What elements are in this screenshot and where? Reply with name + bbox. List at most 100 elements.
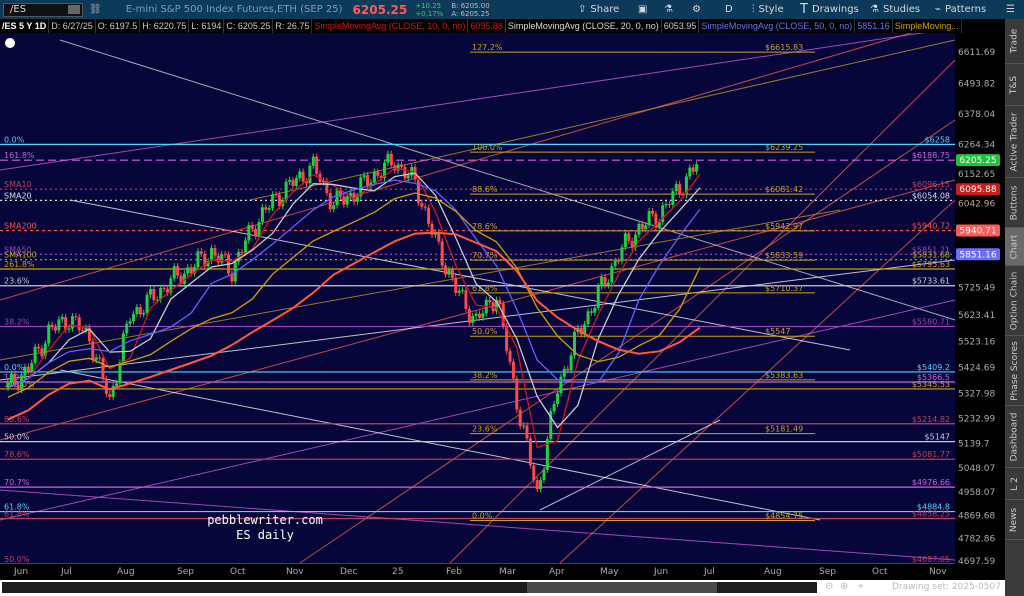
candle-body bbox=[444, 265, 448, 275]
fib-label: 88.6% bbox=[472, 185, 498, 194]
flask-icon[interactable]: ⚗ bbox=[664, 0, 673, 19]
sidebar-tab-t-s[interactable]: T&S bbox=[1005, 64, 1024, 106]
sidebar-tab-active-trader[interactable]: Active Trader bbox=[1005, 106, 1024, 178]
candle-body bbox=[416, 179, 420, 203]
sidebar-tab-label: Trade bbox=[1009, 28, 1020, 54]
gear-icon[interactable]: ⚙ bbox=[692, 0, 701, 19]
sidebar-tab-buttons[interactable]: Buttons bbox=[1005, 178, 1024, 228]
fib-label: 38.2% bbox=[472, 371, 498, 380]
drawings-button[interactable]: T Drawings bbox=[800, 0, 859, 19]
candle-body bbox=[556, 393, 560, 404]
candle-body bbox=[288, 180, 292, 182]
candle-body bbox=[372, 171, 376, 183]
drawing-set-label[interactable]: Drawing set: 2025-0507 bbox=[892, 582, 1001, 592]
level-left-label: 261.8% bbox=[4, 260, 35, 269]
sidebar-tab-news[interactable]: News bbox=[1005, 500, 1024, 540]
candle-body bbox=[613, 260, 617, 266]
y-tick-label: 6264.34 bbox=[958, 140, 995, 150]
candle-body bbox=[104, 378, 108, 395]
fib-value: $5833.59 bbox=[765, 251, 803, 260]
zoom-out-icon[interactable]: ⊖ bbox=[825, 581, 833, 592]
candle-body bbox=[678, 184, 682, 195]
sidebar-tab-label: Phase Scores bbox=[1009, 340, 1020, 401]
candle-body bbox=[284, 181, 288, 200]
symbol-selector[interactable]: /ES bbox=[3, 2, 83, 17]
fib-label: 23.6% bbox=[472, 425, 498, 434]
level-right-label: $5580.71 bbox=[912, 317, 950, 326]
x-tick-label: Oct bbox=[230, 567, 246, 577]
link-icon[interactable]: ⛓ bbox=[89, 4, 102, 15]
candle-body bbox=[16, 384, 20, 391]
level-left-label: 50.0% bbox=[4, 433, 30, 442]
sma-more-label[interactable]: SimpleMoving... bbox=[893, 19, 962, 33]
y-tick-label: 6042.96 bbox=[958, 199, 995, 209]
level-right-label: $5831.68 bbox=[912, 251, 950, 260]
alert-icon[interactable]: ▣ bbox=[638, 0, 647, 19]
sidebar-tab-label: Active Trader bbox=[1009, 111, 1020, 172]
menu-icon[interactable]: ☰ bbox=[1006, 0, 1015, 19]
sidebar-tab-l-2[interactable]: L 2 bbox=[1005, 468, 1024, 500]
level-left-label: 70.7% bbox=[4, 478, 30, 487]
bar-open: O: 6197.5 bbox=[96, 19, 141, 33]
price-chart[interactable]: 0.0% $6258 161.8% $6188.75 SMA10 $6096.15 SMA2… bbox=[0, 33, 1005, 564]
sidebar-tab-phase-scores[interactable]: Phase Scores bbox=[1005, 336, 1024, 406]
style-button[interactable]: ⫶ Style bbox=[752, 0, 784, 19]
fib-value: $6081.42 bbox=[765, 185, 803, 194]
symbol-description: E-mini S&P 500 Index Futures,ETH (SEP 25… bbox=[125, 4, 343, 15]
sma10-label[interactable]: SimpleMovingAvg (CLOSE, 10, 0, no) bbox=[312, 19, 469, 33]
horizontal-scrollbar[interactable] bbox=[2, 582, 817, 593]
fib-label: 70.7% bbox=[472, 251, 498, 260]
x-tick-label: Aug bbox=[764, 567, 782, 577]
candle-body bbox=[691, 167, 695, 172]
candle-body bbox=[515, 378, 519, 410]
level-right-label: $5345.53 bbox=[912, 380, 950, 389]
candle-body bbox=[132, 314, 136, 322]
chart-settings-icon[interactable] bbox=[5, 38, 15, 48]
studies-button[interactable]: ⚗ Studies bbox=[870, 0, 920, 19]
sidebar-tab-option-chain[interactable]: Option Chain bbox=[1005, 266, 1024, 336]
candle-body bbox=[240, 251, 244, 253]
sidebar-tab-dashboard[interactable]: Dashboard bbox=[1005, 406, 1024, 468]
sidebar-tab-label: News bbox=[1009, 507, 1020, 532]
y-tick-label: 6493.82 bbox=[958, 79, 995, 89]
candle-body bbox=[667, 204, 671, 206]
level-left-label: 61.8% bbox=[4, 509, 30, 518]
style-icon: ⫶ bbox=[752, 4, 755, 15]
scrollbar-thumb[interactable] bbox=[527, 582, 717, 593]
bottom-bar: ⊖ ⊕ ⌖ Drawing set: 2025-0507 bbox=[0, 580, 1005, 596]
zoom-in-icon[interactable]: ⊕ bbox=[840, 581, 848, 592]
y-tick-label: 5327.98 bbox=[958, 389, 995, 399]
fib-value: $5547 bbox=[765, 327, 790, 336]
candle-body bbox=[542, 469, 546, 480]
candle-body bbox=[101, 358, 105, 379]
sidebar-tab-trade[interactable]: Trade bbox=[1005, 19, 1024, 64]
fib-value: $6239.25 bbox=[765, 143, 803, 152]
watermark-line1: pebblewriter.com bbox=[207, 513, 323, 527]
candle-body bbox=[488, 299, 492, 303]
patterns-button[interactable]: ⌁ Patterns bbox=[935, 0, 986, 19]
pct-change: +0.17% bbox=[415, 9, 444, 18]
candle-body bbox=[589, 311, 593, 313]
sma50-label[interactable]: SimpleMovingAvg (CLOSE, 50, 0, no) bbox=[699, 19, 856, 33]
candle-body bbox=[23, 366, 27, 376]
timeframe-button[interactable]: D bbox=[725, 0, 733, 19]
sidebar-tab-chart[interactable]: Chart bbox=[1005, 228, 1024, 266]
sma10-value: 6095.88 bbox=[468, 19, 506, 33]
candle-body bbox=[210, 247, 214, 262]
share-button[interactable]: ⇪ Share bbox=[578, 0, 619, 19]
candle-body bbox=[20, 375, 24, 391]
level-right-label: $5147 bbox=[925, 433, 950, 442]
x-tick-label: Mar bbox=[499, 567, 516, 577]
bar-range: R: 26.75 bbox=[273, 19, 313, 33]
candle-body bbox=[125, 323, 129, 334]
plot-area[interactable] bbox=[0, 33, 955, 564]
crosshair-icon[interactable]: ⌖ bbox=[858, 581, 864, 592]
sma20-label[interactable]: SimpleMovingAvg (CLOSE, 20, 0, no) bbox=[506, 19, 662, 33]
candle-body bbox=[115, 383, 119, 386]
candle-body bbox=[454, 278, 458, 293]
sidebar-tab-label: L 2 bbox=[1009, 476, 1020, 491]
y-tick-label: 6611.69 bbox=[958, 48, 995, 58]
chevron-down-icon[interactable] bbox=[68, 5, 80, 14]
candle-body bbox=[386, 153, 390, 163]
top-bar: /ES ⛓ E-mini S&P 500 Index Futures,ETH (… bbox=[0, 0, 1024, 19]
